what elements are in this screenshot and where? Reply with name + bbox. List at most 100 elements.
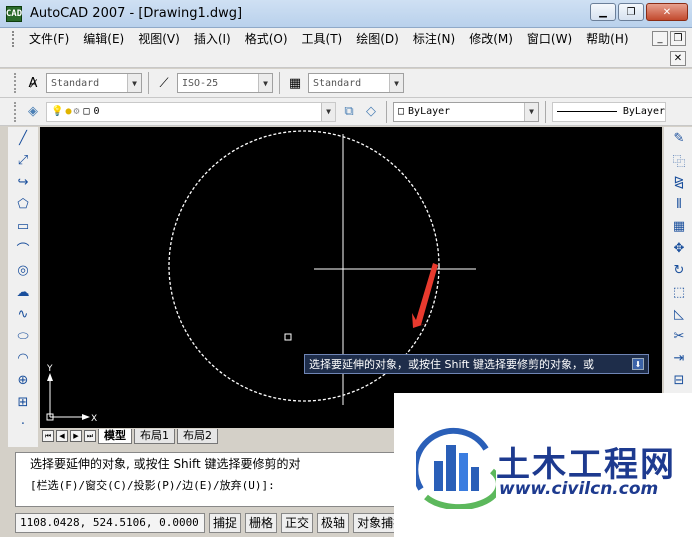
doc-restore-button[interactable]: ❐ [670,31,686,46]
table-style-icon[interactable]: ▦ [285,73,305,93]
ellipse-arc-icon[interactable]: ◠ [8,347,38,369]
ortho-button[interactable]: 正交 [281,512,314,533]
ucs-x-label: X [91,414,97,424]
linetype-preview [557,111,617,112]
close-button[interactable]: ✕ [646,3,688,21]
point-icon[interactable]: · [8,413,38,435]
chevron-down-icon[interactable]: ▼ [321,102,335,121]
styles-toolbar: A̷ Standard ▼ ⟋ ISO-25 ▼ ▦ Standard ▼ [0,69,692,98]
menu-modify[interactable]: 修改(M) [462,28,520,50]
last-tab-button[interactable]: ⏭ [84,430,96,442]
menu-edit[interactable]: 编辑(E) [76,28,131,50]
break-icon[interactable]: ⊟ [664,369,692,391]
tooltip-text: 选择要延伸的对象，或按住 Shift 键选择要修剪的对象，或 [309,358,594,371]
layer-manager-icon[interactable]: ◈ [23,102,43,122]
layer-previous-icon[interactable]: ◇ [361,102,381,122]
polar-button[interactable]: 极轴 [317,512,350,533]
make-current-layer-icon[interactable]: ⧉ [339,102,359,122]
menu-dimension[interactable]: 标注(N) [406,28,462,50]
next-tab-button[interactable]: ▶ [70,430,82,442]
doc-close-button[interactable]: ✕ [670,51,686,66]
chevron-down-icon[interactable]: ▼ [258,74,272,92]
stretch-icon[interactable]: ◺ [664,303,692,325]
menu-view[interactable]: 视图(V) [131,28,187,50]
restore-button[interactable]: ❐ [618,3,644,21]
dynamic-input-tooltip: 选择要延伸的对象，或按住 Shift 键选择要修剪的对象，或 ⬇ [304,354,649,374]
circle-icon[interactable]: ◎ [8,259,38,281]
offset-icon[interactable]: ⫴ [664,193,692,215]
snap-button[interactable]: 捕捉 [209,512,242,533]
text-style-select[interactable]: Standard ▼ [46,73,142,93]
insert-block-icon[interactable]: ⊕ [8,369,38,391]
layer-name: 0 [93,106,100,117]
text-style-icon[interactable]: A̷ [23,73,43,93]
menu-grip[interactable] [12,31,16,47]
spline-icon[interactable]: ∿ [8,303,38,325]
pickbox-cursor [284,333,292,341]
menu-insert[interactable]: 插入(I) [187,28,238,50]
tab-model[interactable]: 模型 [98,428,132,444]
prev-tab-button[interactable]: ◀ [56,430,68,442]
copy-icon[interactable]: ⿻ [664,149,692,171]
array-icon[interactable]: ▦ [664,215,692,237]
line-icon[interactable]: ╱ [8,127,38,149]
ellipse-icon[interactable]: ⬭ [8,325,38,347]
linetype-select[interactable]: ByLayer [552,101,666,122]
chevron-down-icon[interactable]: ▼ [389,74,403,92]
mirror-icon[interactable]: ⧎ [664,171,692,193]
command-prompt[interactable]: [栏选(F)/窗交(C)/投影(P)/边(E)/放弃(U)]: [16,475,394,497]
polygon-icon[interactable]: ⬠ [8,193,38,215]
minimize-button[interactable]: ▁ [590,3,616,21]
chevron-down-icon[interactable]: ▼ [127,74,141,92]
scale-icon[interactable]: ⬚ [664,281,692,303]
layout-tabs-bar: ⏮ ◀ ▶ ⏭ 模型 布局1 布局2 [40,428,400,444]
tab-layout2[interactable]: 布局2 [177,428,218,444]
dim-style-select[interactable]: ISO-25 ▼ [177,73,273,93]
down-arrow-icon[interactable]: ⬇ [632,358,644,370]
watermark-url: www.civilcn.com [499,479,659,499]
dim-style-icon[interactable]: ⟋ [154,73,174,93]
layer-select[interactable]: 💡 ● ⚙ □ 0 ▼ [46,101,336,122]
color-swatch: □ [398,106,405,117]
erase-icon[interactable]: ✎ [664,127,692,149]
menu-file[interactable]: 文件(F) [22,28,76,50]
lightbulb-icon: 💡 [51,106,64,117]
doc-minimize-button[interactable]: _ [652,31,668,46]
rotate-icon[interactable]: ↻ [664,259,692,281]
color-select[interactable]: □ ByLayer ▼ [393,101,539,122]
menu-tools[interactable]: 工具(T) [295,28,350,50]
move-icon[interactable]: ✥ [664,237,692,259]
linetype-value: ByLayer [622,106,665,117]
table-style-select[interactable]: Standard ▼ [308,73,404,93]
command-history: 选择要延伸的对象, 或按住 Shift 键选择要修剪的对 [30,457,301,471]
watermark: 土木工程网 www.civilcn.com [394,393,692,537]
grid-button[interactable]: 栅格 [245,512,278,533]
extend-icon[interactable]: ⇥ [664,347,692,369]
draw-toolbar: ╱ ⤢ ↪ ⬠ ▭ ⌒ ◎ ☁ ∿ ⬭ ◠ ⊕ ⊞ · [8,127,38,447]
coordinate-readout[interactable]: 1108.0428, 524.5106, 0.0000 [15,512,205,533]
menu-draw[interactable]: 绘图(D) [349,28,406,50]
trim-icon[interactable]: ✂ [664,325,692,347]
arc-icon[interactable]: ⌒ [8,237,38,259]
make-block-icon[interactable]: ⊞ [8,391,38,413]
command-window[interactable]: 选择要延伸的对象, 或按住 Shift 键选择要修剪的对 [栏选(F)/窗交(C… [15,452,395,507]
color-value: ByLayer [408,106,451,117]
toolbar-grip[interactable] [14,73,18,93]
revision-cloud-icon[interactable]: ☁ [8,281,38,303]
menu-help[interactable]: 帮助(H) [579,28,635,50]
annotation-arrow [412,263,438,328]
first-tab-button[interactable]: ⏮ [42,430,54,442]
chevron-down-icon[interactable]: ▼ [524,102,538,121]
menu-window[interactable]: 窗口(W) [520,28,579,50]
autocad-app-icon[interactable]: CAD [6,5,22,22]
polyline-icon[interactable]: ↪ [8,171,38,193]
construction-line-icon[interactable]: ⤢ [8,149,38,171]
modify-toolbar: ✎ ⿻ ⧎ ⫴ ▦ ✥ ↻ ⬚ ◺ ✂ ⇥ ⊟ [664,127,692,397]
civilcn-logo [416,427,496,509]
toolbar-grip[interactable] [14,101,18,122]
menu-format[interactable]: 格式(O) [238,28,295,50]
drawing-area[interactable]: Y X 选择要延伸的对象，或按住 Shift 键选择要修剪的对象，或 ⬇ [40,127,662,428]
tab-layout1[interactable]: 布局1 [134,428,175,444]
rectangle-icon[interactable]: ▭ [8,215,38,237]
window-title: AutoCAD 2007 - [Drawing1.dwg] [30,6,243,21]
